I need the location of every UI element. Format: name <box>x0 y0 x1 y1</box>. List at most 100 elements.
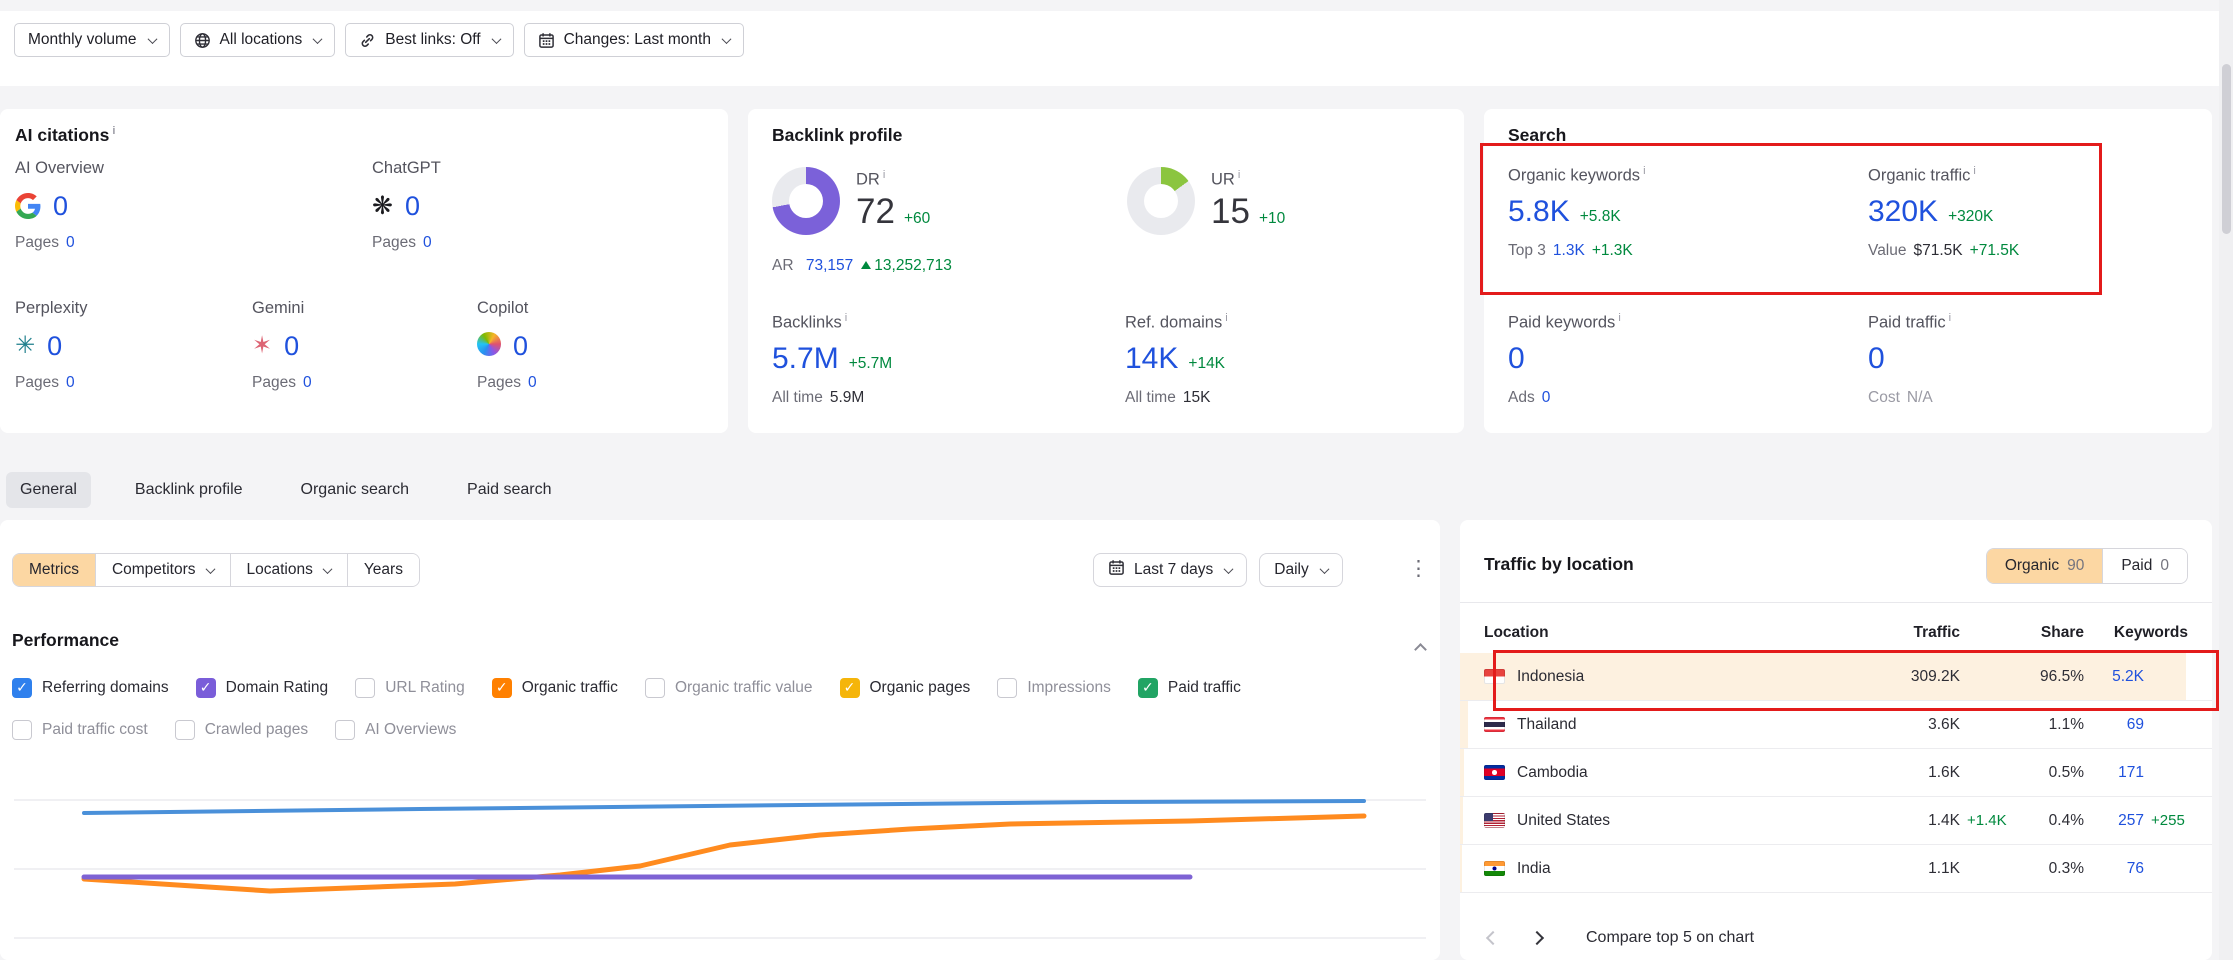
ads-value-link[interactable]: 0 <box>1542 389 1551 406</box>
location-row-united-states[interactable]: United States1.4K+1.4K0.4%257+255 <box>1460 797 2212 845</box>
tab-paid-search[interactable]: Paid search <box>453 472 566 508</box>
keywords-link[interactable]: 76 <box>2084 860 2144 878</box>
tab-general[interactable]: General <box>6 472 91 508</box>
next-page-button[interactable] <box>1528 927 1546 950</box>
info-icon[interactable] <box>112 125 115 137</box>
share-bar <box>1460 749 1464 796</box>
ur-label: UR <box>1211 169 1285 190</box>
location-row-indonesia[interactable]: Indonesia309.2K96.5%5.2K <box>1460 653 2212 701</box>
ai-citations-title: AI citations <box>15 125 115 146</box>
ai-citation-gemini: Gemini✶0Pages0 <box>252 299 482 392</box>
keywords-link[interactable]: 69 <box>2084 716 2144 734</box>
citations-count-link[interactable]: 0 <box>405 191 420 222</box>
share-bar <box>1460 797 1463 844</box>
checkbox-organic-traffic[interactable]: Organic traffic <box>492 678 618 698</box>
paid-traffic-value-link[interactable]: 0 <box>1868 342 1885 376</box>
filter-best-links-off[interactable]: Best links: Off <box>345 23 513 57</box>
backlink-profile-card: Backlink profile DR 72+60 AR 73,15713,25… <box>748 109 1464 433</box>
keywords-delta: +255 <box>2144 812 2188 829</box>
checkbox-label: Referring domains <box>42 679 169 697</box>
checkbox-referring-domains[interactable]: Referring domains <box>12 678 169 698</box>
ref-domains-value-link[interactable]: 14K <box>1125 342 1178 376</box>
keywords-link[interactable]: 171 <box>2084 764 2144 782</box>
info-icon[interactable] <box>1643 165 1645 177</box>
keywords-link[interactable]: 257 <box>2084 812 2144 830</box>
kebab-menu-icon[interactable]: ⋮ <box>1408 558 1429 579</box>
info-icon[interactable] <box>845 312 847 324</box>
backlink-profile-title: Backlink profile <box>772 125 902 146</box>
location-row-india[interactable]: India1.1K0.3%76 <box>1460 845 2212 893</box>
ai-citation-ai-overview: AI Overview0Pages0 <box>15 159 245 252</box>
citations-count-link[interactable]: 0 <box>513 331 528 362</box>
location-row-cambodia[interactable]: Cambodia1.6K0.5%171 <box>1460 749 2212 797</box>
pages-count-link[interactable]: 0 <box>423 234 432 251</box>
ar-value-link[interactable]: 73,157 <box>806 257 853 274</box>
location-row-thailand[interactable]: Thailand3.6K1.1%69 <box>1460 701 2212 749</box>
chevron-left-icon <box>1486 930 1500 944</box>
share-value: 1.1% <box>2012 716 2084 734</box>
paid-keywords-value-link[interactable]: 0 <box>1508 342 1525 376</box>
checkbox-domain-rating[interactable]: Domain Rating <box>196 678 329 698</box>
checkbox-organic-pages[interactable]: Organic pages <box>840 678 971 698</box>
ur-value: 15+10 <box>1211 192 1285 232</box>
chevron-down-icon <box>205 564 215 574</box>
top3-value-link[interactable]: 1.3K <box>1553 242 1585 259</box>
traffic-value: 1.6K <box>1870 764 1960 782</box>
collapse-section-button[interactable] <box>1416 642 1425 657</box>
pages-count-link[interactable]: 0 <box>66 234 75 251</box>
previous-page-button[interactable] <box>1484 927 1502 950</box>
checkbox-crawled-pages[interactable]: Crawled pages <box>175 720 308 740</box>
tab-organic-search[interactable]: Organic search <box>287 472 424 508</box>
date-range-dropdown[interactable]: Last 7 days <box>1093 553 1247 587</box>
citations-count-link[interactable]: 0 <box>53 191 68 222</box>
segment-years[interactable]: Years <box>347 554 419 586</box>
filter-monthly-volume[interactable]: Monthly volume <box>14 23 170 57</box>
info-icon[interactable] <box>1225 312 1227 324</box>
info-icon[interactable] <box>1949 312 1951 324</box>
checkbox-organic-traffic-value[interactable]: Organic traffic value <box>645 678 813 698</box>
checkbox-ai-overviews[interactable]: AI Overviews <box>335 720 456 740</box>
pages-count-link[interactable]: 0 <box>303 374 312 391</box>
divider <box>1460 602 2212 603</box>
pages-count-link[interactable]: 0 <box>66 374 75 391</box>
filter-all-locations[interactable]: All locations <box>180 23 336 57</box>
toggle-organic[interactable]: Organic90 <box>1987 549 2103 583</box>
backlinks-value-link[interactable]: 5.7M <box>772 342 839 376</box>
citations-count-link[interactable]: 0 <box>47 331 62 362</box>
column-traffic[interactable]: Traffic <box>1870 624 1960 642</box>
info-icon[interactable] <box>883 169 885 181</box>
paid-keywords-stat: Paid keywords 0 Ads0 <box>1508 312 1808 407</box>
checkbox-url-rating[interactable]: URL Rating <box>355 678 465 698</box>
scrollbar-thumb[interactable] <box>2222 64 2231 234</box>
organic-traffic-value-link[interactable]: 320K <box>1868 195 1938 229</box>
column-keywords[interactable]: Keywords <box>2084 624 2188 642</box>
filter-changes-last-month[interactable]: Changes: Last month <box>524 23 744 57</box>
checkbox-label: Organic pages <box>870 679 971 697</box>
info-icon[interactable] <box>1238 169 1240 181</box>
tab-backlink-profile[interactable]: Backlink profile <box>121 472 257 508</box>
column-location[interactable]: Location <box>1484 624 1870 642</box>
compare-top5-button[interactable]: Compare top 5 on chart <box>1586 929 1754 947</box>
checkbox-paid-traffic[interactable]: Paid traffic <box>1138 678 1241 698</box>
share-bar <box>1460 701 1468 748</box>
granularity-dropdown[interactable]: Daily <box>1259 553 1342 587</box>
checkbox-impressions[interactable]: Impressions <box>997 678 1111 698</box>
info-icon[interactable] <box>1618 312 1620 324</box>
ref-domains-stat: Ref. domains 14K+14K All time15K <box>1125 312 1425 407</box>
pages-count-link[interactable]: 0 <box>528 374 537 391</box>
toggle-paid[interactable]: Paid0 <box>2102 549 2187 583</box>
segment-competitors[interactable]: Competitors <box>95 554 230 586</box>
column-share[interactable]: Share <box>2012 624 2084 642</box>
segment-metrics[interactable]: Metrics <box>13 554 95 586</box>
keywords-link[interactable]: 5.2K <box>2084 668 2144 686</box>
segment-locations[interactable]: Locations <box>230 554 347 586</box>
checkbox-paid-traffic-cost[interactable]: Paid traffic cost <box>12 720 148 740</box>
segment-label: Locations <box>247 561 313 579</box>
organic-keywords-value-link[interactable]: 5.8K <box>1508 195 1570 229</box>
citations-count-link[interactable]: 0 <box>284 331 299 362</box>
backlinks-stat: Backlinks 5.7M+5.7M All time5.9M <box>772 312 1072 407</box>
flag-icon-th <box>1484 717 1505 732</box>
info-icon[interactable] <box>1973 165 1975 177</box>
chart-line-referring-domains <box>84 801 1364 813</box>
chevron-right-icon <box>1530 930 1544 944</box>
